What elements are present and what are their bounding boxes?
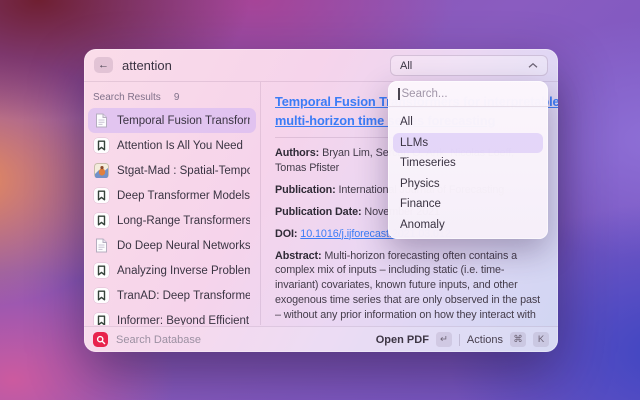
search-result-item[interactable]: Informer: Beyond Efficient Trans...	[88, 308, 256, 325]
result-item-label: Analyzing Inverse Problems with...	[117, 265, 250, 277]
dropdown-option-llms[interactable]: LLMs	[393, 133, 543, 154]
bookmark-icon	[94, 288, 109, 303]
bookmark-icon	[94, 188, 109, 203]
dropdown-option-finance[interactable]: Finance	[393, 194, 543, 215]
bookmark-icon	[94, 213, 109, 228]
app-window: ← attention All Search Results 9	[84, 49, 558, 352]
search-result-item[interactable]: Stgat-Mad : Spatial-Temporal Gr...	[88, 158, 256, 183]
result-item-label: Temporal Fusion Transformers f...	[117, 115, 250, 127]
footer-divider	[459, 334, 460, 346]
open-pdf-button[interactable]: Open PDF	[376, 334, 429, 346]
search-result-item[interactable]: Attention Is All You Need	[88, 133, 256, 158]
k-key-badge: K	[533, 332, 549, 347]
cmd-key-badge: ⌘	[510, 332, 526, 347]
document-icon	[95, 113, 108, 128]
back-button[interactable]: ←	[94, 57, 113, 73]
filter-dropdown-panel: Search... AllLLMsTimeseriesPhysicsFinanc…	[388, 81, 548, 239]
dropdown-option-physics[interactable]: Physics	[393, 174, 543, 195]
filter-dropdown-trigger[interactable]: All	[390, 55, 548, 76]
result-item-label: Deep Transformer Models for Ti...	[117, 190, 250, 202]
window-header: ← attention All	[84, 49, 558, 82]
result-item-label: TranAD: Deep Transformer Net...	[117, 290, 250, 302]
search-icon	[96, 335, 106, 345]
result-item-label: Attention Is All You Need	[117, 140, 243, 152]
search-result-item[interactable]: Temporal Fusion Transformers f...	[88, 108, 256, 133]
search-result-item[interactable]: Long-Range Transformers for D...	[88, 208, 256, 233]
filter-selected-label: All	[400, 60, 412, 72]
extension-icon	[93, 332, 108, 347]
document-icon	[95, 238, 108, 253]
action-bar: Search Database Open PDF ↵ Actions ⌘ K	[84, 326, 558, 352]
dropdown-option-timeseries[interactable]: Timeseries	[393, 153, 543, 174]
dropdown-options-list: AllLLMsTimeseriesPhysicsFinanceAnomaly	[388, 107, 548, 235]
search-result-item[interactable]: Deep Transformer Models for Ti...	[88, 183, 256, 208]
result-item-label: Stgat-Mad : Spatial-Temporal Gr...	[117, 165, 250, 177]
search-result-item[interactable]: Do Deep Neural Networks Contr...	[88, 233, 256, 258]
bookmark-icon	[94, 138, 109, 153]
result-item-label: Informer: Beyond Efficient Trans...	[117, 315, 250, 326]
search-result-item[interactable]: TranAD: Deep Transformer Net...	[88, 283, 256, 308]
back-arrow-icon: ←	[98, 59, 109, 71]
footer-actions: Open PDF ↵ Actions ⌘ K	[376, 332, 549, 347]
abstract-row: Abstract: Multi-horizon forecasting ofte…	[275, 249, 544, 325]
image-icon	[94, 163, 109, 178]
text-caret	[398, 88, 400, 100]
result-item-label: Long-Range Transformers for D...	[117, 215, 250, 227]
search-query-input[interactable]: attention	[122, 58, 172, 73]
dropdown-search-input[interactable]: Search...	[388, 81, 548, 107]
chevron-up-icon	[528, 63, 538, 68]
actions-button[interactable]: Actions	[467, 334, 503, 346]
return-key-badge: ↵	[436, 332, 452, 347]
results-title: Search Results	[93, 92, 161, 103]
result-item-label: Do Deep Neural Networks Contr...	[117, 240, 250, 252]
bookmark-icon	[94, 263, 109, 278]
search-result-item[interactable]: Analyzing Inverse Problems with...	[88, 258, 256, 283]
bookmark-icon	[94, 313, 109, 325]
results-count: 9	[174, 92, 180, 103]
results-sidebar: Search Results 9 Temporal Fusion Transfo…	[84, 82, 261, 325]
results-header: Search Results 9	[88, 90, 256, 104]
dropdown-option-all[interactable]: All	[393, 112, 543, 133]
dropdown-option-anomaly[interactable]: Anomaly	[393, 215, 543, 236]
search-results-list: Temporal Fusion Transformers f... Attent…	[88, 108, 256, 325]
desktop-background: ← attention All Search Results 9	[0, 0, 640, 400]
command-input[interactable]: Search Database	[116, 334, 368, 346]
